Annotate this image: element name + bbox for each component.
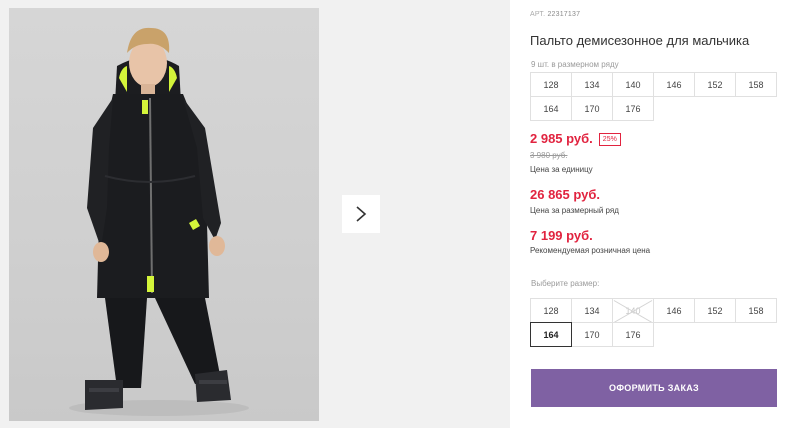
size-option-164[interactable]: 164 [530, 322, 572, 347]
chevron-right-icon [356, 206, 367, 222]
size-row-cell: 134 [571, 72, 613, 97]
product-gallery [0, 0, 510, 428]
product-page: АРТ. 22317137 Пальто демисезонное для ма… [0, 0, 800, 428]
size-row-count: 9 шт. в размерном ряду [531, 60, 619, 69]
size-option-158[interactable]: 158 [735, 298, 777, 323]
choose-size-label: Выберите размер: [531, 279, 600, 288]
size-selector: 128 134 140 146 152 158 164 170 176 [530, 298, 777, 347]
size-option-170[interactable]: 170 [571, 322, 613, 347]
size-row-cell: 158 [735, 72, 777, 97]
discount-badge: 25% [598, 133, 621, 146]
next-image-button[interactable] [342, 195, 380, 233]
size-option-134[interactable]: 134 [571, 298, 613, 323]
unit-price-note: Цена за единицу [530, 165, 593, 174]
retail-price: 7 199 руб. [530, 228, 593, 243]
size-option-146[interactable]: 146 [653, 298, 695, 323]
size-option-140: 140 [612, 298, 654, 323]
size-row-cell: 140 [612, 72, 654, 97]
size-option-152[interactable]: 152 [694, 298, 736, 323]
size-row-cell: 146 [653, 72, 695, 97]
size-row-cell: 170 [571, 96, 613, 121]
row-price-block: 26 865 руб. [530, 186, 600, 204]
place-order-button[interactable]: ОФОРМИТЬ ЗАКАЗ [531, 369, 777, 407]
unit-price-block: 2 985 руб. 25% [530, 130, 621, 148]
product-title: Пальто демисезонное для мальчика [530, 33, 750, 48]
retail-price-block: 7 199 руб. [530, 227, 593, 245]
size-row-cell: 128 [530, 72, 572, 97]
old-price: 3 980 руб. [530, 151, 568, 160]
size-row-cell: 152 [694, 72, 736, 97]
article-number: АРТ. 22317137 [530, 11, 580, 18]
size-row-cell: 164 [530, 96, 572, 121]
size-option-128[interactable]: 128 [530, 298, 572, 323]
article-label: АРТ. [530, 11, 546, 18]
retail-price-note: Рекомендуемая розничная цена [530, 246, 651, 255]
row-price: 26 865 руб. [530, 187, 601, 202]
unit-price: 2 985 руб. [530, 131, 593, 146]
row-price-note: Цена за размерный ряд [530, 206, 619, 215]
article-value: 22317137 [547, 11, 581, 18]
size-row-cell: 176 [612, 96, 654, 121]
product-photo [9, 8, 319, 421]
size-row-grid: 128 134 140 146 152 158 164 170 176 [530, 72, 777, 121]
boy-in-coat-image [69, 27, 249, 416]
size-option-176[interactable]: 176 [612, 322, 654, 347]
